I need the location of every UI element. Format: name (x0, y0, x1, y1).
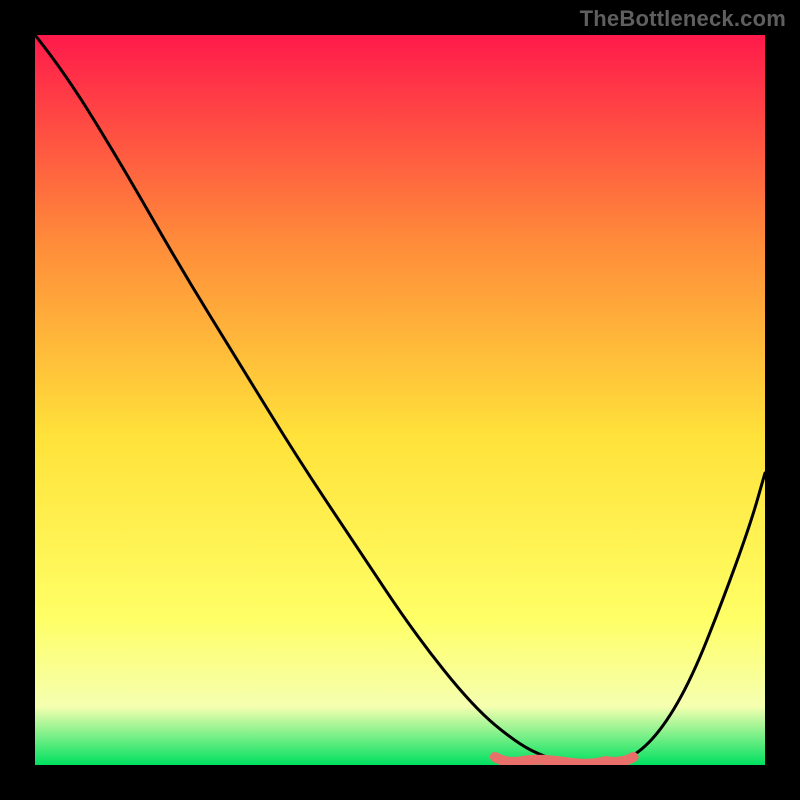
chart-svg (35, 35, 765, 765)
gradient-background (35, 35, 765, 765)
chart-frame: TheBottleneck.com (0, 0, 800, 800)
plot-area (35, 35, 765, 765)
optimal-range-highlight (495, 757, 634, 764)
watermark-label: TheBottleneck.com (580, 6, 786, 32)
